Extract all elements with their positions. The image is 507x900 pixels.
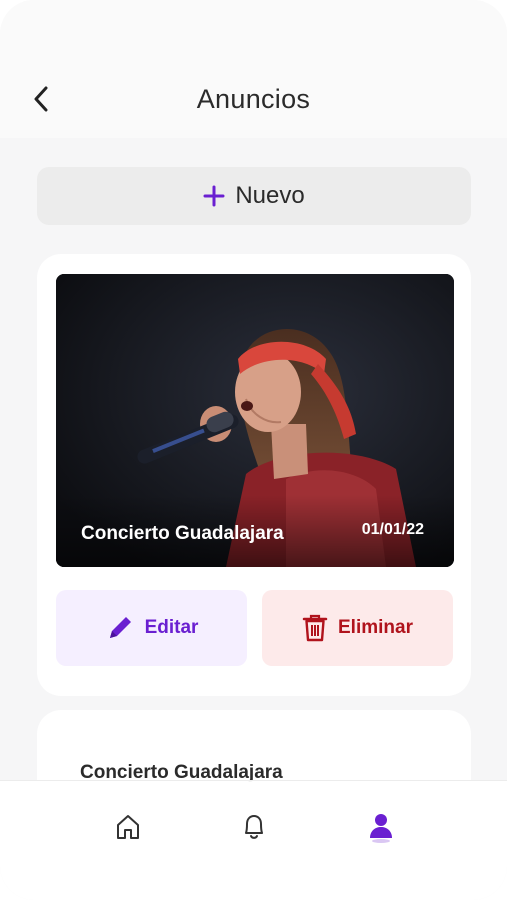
pencil-icon [109,617,131,638]
announcement-card: Concierto Guadalajara 01/01/22 Editar El… [37,254,471,696]
edit-button-label: Editar [144,617,199,638]
announcement-title: Concierto Guadalajara [81,523,284,544]
new-button-label: Nuevo [235,182,305,209]
page-title: Anuncios [196,84,311,114]
trash-icon [302,614,328,642]
app-screen: Anuncios Nuevo Concierto Guadalajara 01/… [0,0,507,900]
home-icon [117,815,139,839]
delete-button[interactable]: Eliminar [262,590,453,666]
nav-home[interactable] [108,807,148,847]
nav-notifications[interactable] [234,807,274,847]
bell-icon [245,815,263,839]
header: Anuncios [0,0,507,138]
new-announcement-button[interactable]: Nuevo [37,167,471,225]
announcement-image[interactable]: Concierto Guadalajara 01/01/22 [56,274,454,567]
delete-button-label: Eliminar [338,617,413,638]
bottom-navigation [0,780,507,900]
user-icon [370,814,392,843]
edit-button[interactable]: Editar [56,590,247,666]
announcement-date: 01/01/22 [361,521,424,538]
plus-icon [203,185,225,207]
nav-profile[interactable] [361,807,401,847]
